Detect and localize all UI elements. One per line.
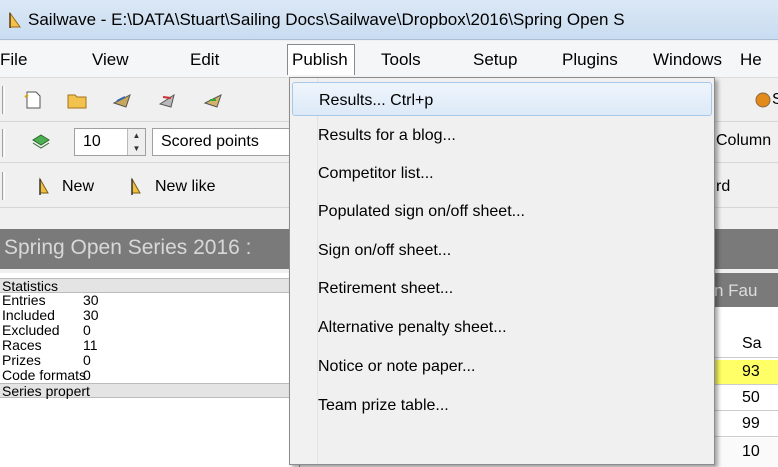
boat-edit-icon[interactable] [202, 89, 224, 111]
statistics-section[interactable]: Statistics [0, 278, 300, 294]
column-label[interactable]: Column [716, 132, 771, 150]
statistics-panel: Statistics Entries 30 Included 30 Excluded… [0, 273, 300, 467]
menu-edit[interactable]: Edit [190, 50, 219, 70]
new-file-icon[interactable] [22, 89, 44, 111]
stat-value: 11 [83, 337, 98, 353]
section-title: Series propert [2, 383, 90, 399]
score-icon[interactable] [752, 89, 774, 111]
boat-icon[interactable] [111, 89, 133, 111]
new-button[interactable]: New [62, 178, 94, 196]
stat-key: Included [2, 307, 55, 323]
stat-value: 30 [83, 292, 99, 308]
stat-row[interactable]: Races 11 [0, 338, 300, 353]
series-title: Spring Open Series 2016 : [4, 236, 252, 259]
menu-publish[interactable]: Publish [287, 44, 355, 75]
stat-key: Code formats [2, 367, 87, 383]
stat-key: Entries [2, 292, 46, 308]
title-bar: Sailwave - E:\DATA\Stuart\Sailing Docs\S… [0, 0, 778, 40]
stat-row[interactable]: Prizes 0 [0, 353, 300, 368]
stat-key: Prizes [2, 352, 41, 368]
stat-value: 30 [83, 307, 99, 323]
grid-cell-value: 99 [742, 415, 760, 432]
grid-col-header[interactable]: Sa [714, 330, 778, 358]
toolbar-grip[interactable] [2, 129, 5, 157]
grid-col-label: Sa [742, 335, 762, 352]
races-spinner[interactable]: 10 ▲ ▼ [74, 128, 146, 156]
menu-plugins[interactable]: Plugins [562, 50, 618, 70]
stat-value: 0 [83, 352, 91, 368]
toolbar-right-label[interactable]: Sc [772, 91, 778, 109]
new-like-icon[interactable] [124, 176, 146, 198]
menu-bar: File View Edit Publish Tools Setup Plugi… [0, 41, 778, 78]
menu-item-competitor-list[interactable]: Competitor list... [292, 156, 712, 190]
menu-item-alternative-penalty[interactable]: Alternative penalty sheet... [292, 310, 712, 344]
stat-row[interactable]: Entries 30 [0, 293, 300, 308]
menu-item-retirement-sheet[interactable]: Retirement sheet... [292, 271, 712, 305]
chevron-up-icon[interactable]: ▲ [128, 129, 145, 142]
stat-row[interactable]: Code formats 0 [0, 368, 300, 383]
menu-help[interactable]: He [740, 50, 762, 70]
new-competitor-icon[interactable] [32, 176, 54, 198]
menu-view[interactable]: View [92, 50, 129, 70]
toolbar-grip[interactable] [2, 172, 5, 200]
grid-cell[interactable]: 99 [714, 412, 778, 437]
open-folder-icon[interactable] [66, 89, 88, 111]
stat-row[interactable]: Included 30 [0, 308, 300, 323]
stat-value: 0 [83, 322, 91, 338]
app-icon [9, 11, 21, 28]
menu-item-results[interactable]: Results... Ctrl+p [292, 82, 712, 116]
menu-item-notice-paper[interactable]: Notice or note paper... [292, 349, 712, 383]
grid-cell-value: 50 [742, 389, 760, 406]
scoring-select[interactable]: Scored points [152, 128, 292, 156]
window-title: Sailwave - E:\DATA\Stuart\Sailing Docs\S… [28, 10, 625, 29]
menu-item-team-prize[interactable]: Team prize table... [292, 388, 712, 422]
chevron-down-icon[interactable]: ▼ [128, 142, 145, 155]
layers-icon[interactable] [30, 131, 52, 153]
spinner-buttons[interactable]: ▲ ▼ [127, 129, 145, 155]
stat-key: Excluded [2, 322, 60, 338]
series-properties-section[interactable]: Series propert [0, 383, 300, 399]
grid-header-text: n Fau [714, 281, 758, 300]
grid-cell-value: 93 [742, 363, 760, 380]
new-like-button[interactable]: New like [155, 178, 215, 196]
stat-value: 0 [83, 367, 91, 383]
boats-icon[interactable] [157, 89, 179, 111]
menu-setup[interactable]: Setup [473, 50, 517, 70]
races-spinner-value[interactable]: 10 [83, 133, 101, 150]
stat-row[interactable]: Excluded 0 [0, 323, 300, 338]
publish-menu: Results... Ctrl+p Results for a blog... … [289, 77, 715, 465]
menu-item-populated-sign-sheet[interactable]: Populated sign on/off sheet... [292, 194, 712, 228]
grid-cell[interactable]: 50 [714, 386, 778, 411]
grid-cell-value: 10 [742, 443, 760, 460]
menu-item-sign-sheet[interactable]: Sign on/off sheet... [292, 233, 712, 267]
stat-key: Races [2, 337, 42, 353]
menu-item-results-blog[interactable]: Results for a blog... [292, 118, 712, 152]
menu-windows[interactable]: Windows [653, 50, 722, 70]
menu-tools[interactable]: Tools [381, 50, 421, 70]
toolbar-grip[interactable] [2, 86, 5, 114]
toolbar3-right-label[interactable]: rd [716, 178, 730, 196]
grid-cell[interactable]: 93 [714, 360, 778, 385]
menu-file[interactable]: File [0, 50, 27, 70]
